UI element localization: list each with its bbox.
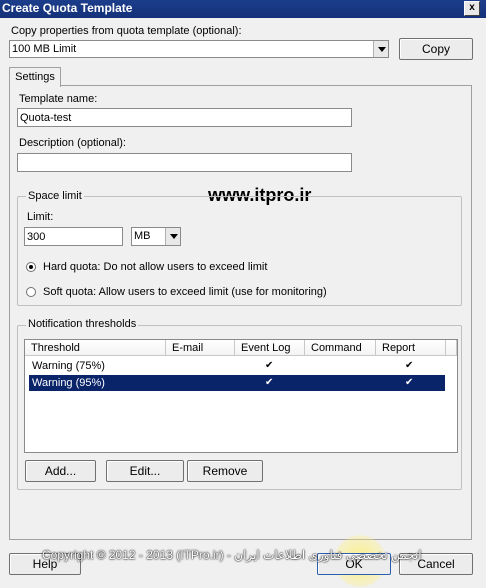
remove-threshold-button[interactable]: Remove [187, 460, 263, 482]
add-threshold-button[interactable]: Add... [25, 460, 96, 482]
notification-thresholds-legend: Notification thresholds [26, 318, 139, 330]
unit-select[interactable]: MB [131, 227, 181, 246]
tab-settings-label: Settings [15, 71, 55, 83]
edit-threshold-button[interactable]: Edit... [106, 460, 184, 482]
window-title: Create Quota Template [2, 1, 133, 15]
column-report[interactable]: Report [376, 340, 446, 356]
space-limit-legend: Space limit [26, 190, 84, 202]
template-name-input[interactable] [17, 108, 352, 127]
soft-quota-label[interactable]: Soft quota: Allow users to exceed limit … [43, 286, 327, 298]
hard-quota-label[interactable]: Hard quota: Do not allow users to exceed… [43, 261, 267, 273]
close-icon: x [469, 2, 475, 13]
threshold-cell: Warning (75%) [32, 360, 105, 372]
report-check-icon: ✔ [405, 377, 414, 388]
threshold-cell: Warning (95%) [32, 377, 105, 389]
copy-from-label: Copy properties from quota template (opt… [11, 25, 242, 37]
title-bar: Create Quota Template x [0, 0, 486, 18]
column-filler [446, 340, 457, 356]
event-log-check-icon: ✔ [265, 377, 274, 388]
thresholds-list[interactable]: Threshold E-mail Event Log Command Repor… [24, 339, 458, 453]
hard-quota-radio[interactable] [26, 262, 36, 272]
description-label: Description (optional): [19, 137, 126, 149]
tab-settings[interactable]: Settings [9, 67, 61, 87]
table-row[interactable]: Warning (95%) ✔ ✔ [29, 375, 445, 391]
column-command[interactable]: Command [305, 340, 376, 356]
column-event-log[interactable]: Event Log [235, 340, 305, 356]
column-threshold[interactable]: Threshold [25, 340, 166, 356]
soft-quota-radio[interactable] [26, 287, 36, 297]
chevron-down-icon[interactable] [373, 41, 388, 57]
report-check-icon: ✔ [405, 360, 414, 371]
copy-button[interactable]: Copy [399, 38, 473, 60]
description-input[interactable] [17, 153, 352, 172]
table-row[interactable]: Warning (75%) ✔ ✔ [29, 358, 445, 374]
thresholds-list-header: Threshold E-mail Event Log Command Repor… [25, 340, 457, 357]
limit-input[interactable] [24, 227, 123, 246]
event-log-check-icon: ✔ [265, 360, 274, 371]
limit-label: Limit: [27, 211, 54, 223]
template-name-label: Template name: [19, 93, 98, 105]
close-button[interactable]: x [464, 1, 480, 16]
unit-selected: MB [134, 230, 151, 242]
column-email[interactable]: E-mail [166, 340, 235, 356]
copy-from-template-select[interactable]: 100 MB Limit [9, 40, 389, 58]
copy-from-selected: 100 MB Limit [12, 43, 77, 55]
copyright-overlay: Copyright © 2012 - 2013 (ITPro.ir) - انج… [42, 548, 422, 562]
chevron-down-icon[interactable] [165, 228, 180, 245]
